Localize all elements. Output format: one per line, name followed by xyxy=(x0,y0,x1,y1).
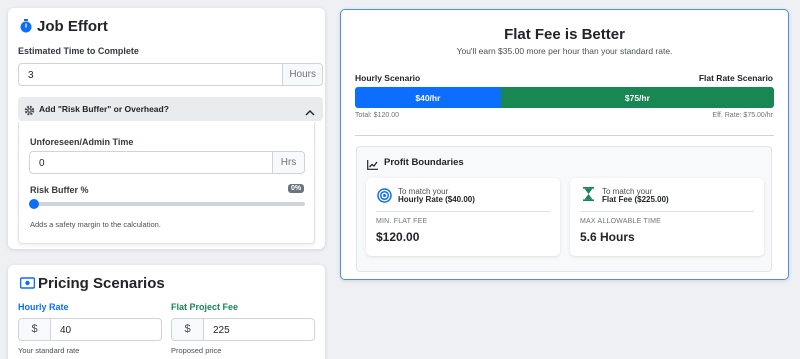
chevron-up-icon xyxy=(305,104,315,122)
risk-buffer-badge: 0% xyxy=(288,184,305,193)
hourly-bar-segment: $40/hr xyxy=(355,87,501,108)
match-flat-card: To match your Flat Fee ($225.00) MAX ALL… xyxy=(570,178,764,256)
accordion-title: Add "Risk Buffer" or Overhead? xyxy=(39,104,169,114)
time-unit: Hours xyxy=(282,64,322,85)
min-fee-caption: MIN. FLAT FEE xyxy=(376,218,428,225)
hourglass-icon xyxy=(583,187,594,206)
hourly-rate-label: Hourly Rate xyxy=(18,302,69,312)
max-time-caption: MAX ALLOWABLE TIME xyxy=(580,218,662,225)
risk-buffer-label: Risk Buffer % xyxy=(30,185,89,195)
min-fee-value: $120.00 xyxy=(376,230,420,244)
hourly-total: Total: $120.00 xyxy=(355,112,399,119)
comparison-bar: $40/hr $75/hr xyxy=(355,87,774,108)
time-input-group: 3 Hours xyxy=(18,63,323,86)
flat-eff-rate: Eff. Rate: $75.00/hr xyxy=(712,112,773,119)
risk-buffer-slider[interactable] xyxy=(30,202,305,206)
profit-boundaries-title: Profit Boundaries xyxy=(384,157,464,168)
risk-accordion-body: Unforeseen/Admin Time 0 Hrs Risk Buffer … xyxy=(18,122,315,244)
stopwatch-icon xyxy=(20,19,32,38)
result-subline: You'll earn $35.00 more per hour than yo… xyxy=(456,46,673,56)
flat-currency: $ xyxy=(172,319,204,340)
profit-boundaries-panel: Profit Boundaries To match your Hourly R… xyxy=(356,146,772,272)
hourly-help: Your standard rate xyxy=(18,346,80,355)
hourly-scenario-label: Hourly Scenario xyxy=(355,73,421,83)
admin-time-unit: Hrs xyxy=(272,152,304,173)
flat-fee-input[interactable]: 225 xyxy=(204,319,314,340)
hourly-currency: $ xyxy=(19,319,51,340)
divider xyxy=(355,135,774,136)
risk-buffer-slider-thumb[interactable] xyxy=(29,199,39,209)
gear-icon xyxy=(24,103,35,121)
risk-help-text: Adds a safety margin to the calculation. xyxy=(30,220,161,229)
result-card: Flat Fee is Better You'll earn $35.00 mo… xyxy=(340,9,789,280)
subcard-divider xyxy=(376,211,550,212)
flat-fee-label: Flat Project Fee xyxy=(171,302,239,312)
result-headline: Flat Fee is Better xyxy=(504,26,625,43)
hourly-rate-input[interactable]: 40 xyxy=(51,319,161,340)
flat-fee-group: $ 225 xyxy=(171,318,315,341)
target-icon xyxy=(377,188,392,208)
cash-icon xyxy=(19,276,36,294)
time-label: Estimated Time to Complete xyxy=(18,46,139,56)
match-hourly-card: To match your Hourly Rate ($40.00) MIN. … xyxy=(366,178,560,256)
subcard-divider xyxy=(580,211,754,212)
flat-help: Proposed price xyxy=(171,346,222,355)
time-input[interactable]: 3 xyxy=(19,64,282,85)
max-time-value: 5.6 Hours xyxy=(580,230,635,244)
pricing-card: Pricing Scenarios Hourly Rate $ 40 Your … xyxy=(8,265,325,359)
chart-line-icon xyxy=(367,157,378,175)
flat-scenario-label: Flat Rate Scenario xyxy=(698,73,773,83)
flat-bar-segment: $75/hr xyxy=(500,87,774,108)
admin-input-group: 0 Hrs xyxy=(29,151,305,174)
risk-accordion-toggle[interactable]: Add "Risk Buffer" or Overhead? xyxy=(18,97,323,121)
match-hourly-line2: Hourly Rate ($40.00) xyxy=(398,195,475,204)
hourly-rate-group: $ 40 xyxy=(18,318,162,341)
match-flat-line2: Flat Fee ($225.00) xyxy=(602,195,669,204)
job-effort-title: Job Effort xyxy=(37,18,108,35)
pricing-title: Pricing Scenarios xyxy=(38,275,165,292)
admin-time-input[interactable]: 0 xyxy=(30,152,272,173)
admin-time-label: Unforeseen/Admin Time xyxy=(30,137,134,147)
